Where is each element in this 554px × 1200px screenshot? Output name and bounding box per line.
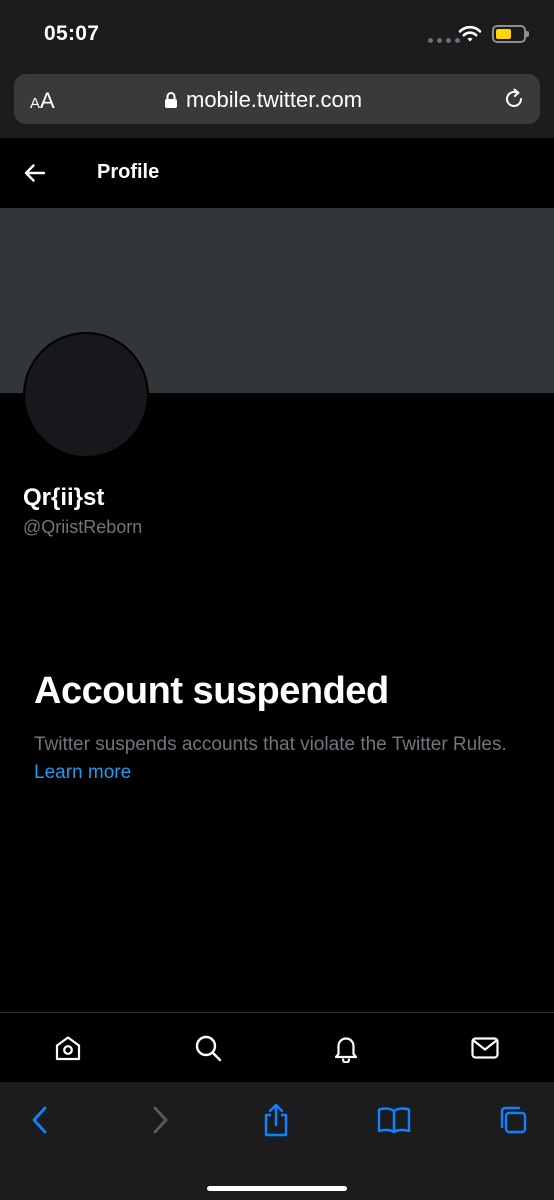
mail-icon xyxy=(471,1037,499,1059)
bookmarks-button[interactable] xyxy=(376,1102,412,1138)
nav-messages-button[interactable] xyxy=(469,1032,501,1064)
nav-home-button[interactable] xyxy=(52,1032,84,1064)
share-button[interactable] xyxy=(258,1102,294,1138)
share-icon xyxy=(264,1103,288,1137)
lock-icon xyxy=(165,92,177,108)
suspension-message-text: Twitter suspends accounts that violate t… xyxy=(34,734,507,755)
tabs-button[interactable] xyxy=(494,1102,530,1138)
home-indicator[interactable] xyxy=(207,1186,347,1191)
forward-icon xyxy=(153,1106,168,1134)
nav-notifications-button[interactable] xyxy=(330,1032,362,1064)
bookmarks-icon xyxy=(377,1107,411,1134)
search-icon xyxy=(195,1035,222,1062)
back-arrow-icon[interactable] xyxy=(22,160,48,186)
avatar[interactable] xyxy=(23,332,149,458)
wifi-icon xyxy=(458,25,482,42)
learn-more-link[interactable]: Learn more xyxy=(34,762,131,783)
suspension-message: Twitter suspends accounts that violate t… xyxy=(34,731,514,787)
safari-toolbar xyxy=(0,1082,554,1200)
address-bar[interactable]: AA mobile.twitter.com xyxy=(14,74,540,124)
home-icon xyxy=(55,1036,81,1061)
battery-icon xyxy=(492,25,529,43)
profile-display-name: Qr{ii}st xyxy=(23,484,105,511)
back-icon xyxy=(32,1106,47,1134)
app-header: Profile xyxy=(0,138,554,208)
status-time: 05:07 xyxy=(44,22,100,45)
browser-back-button[interactable] xyxy=(22,1102,58,1138)
reader-view-button[interactable]: AA xyxy=(30,88,55,114)
bottom-navigation xyxy=(0,1012,554,1083)
suspension-title: Account suspended xyxy=(34,670,389,712)
status-bar: 05:07 xyxy=(0,0,554,62)
page-title: Profile xyxy=(97,161,160,183)
browser-forward-button[interactable] xyxy=(142,1102,178,1138)
reload-icon[interactable] xyxy=(502,87,526,111)
bell-icon xyxy=(334,1037,358,1063)
nav-search-button[interactable] xyxy=(192,1032,224,1064)
tabs-icon xyxy=(500,1106,527,1134)
cellular-signal-icon xyxy=(428,38,460,43)
profile-handle: @QriistReborn xyxy=(23,517,143,537)
url-text[interactable]: mobile.twitter.com xyxy=(186,87,362,113)
browser-address-area: AA mobile.twitter.com xyxy=(0,62,554,138)
